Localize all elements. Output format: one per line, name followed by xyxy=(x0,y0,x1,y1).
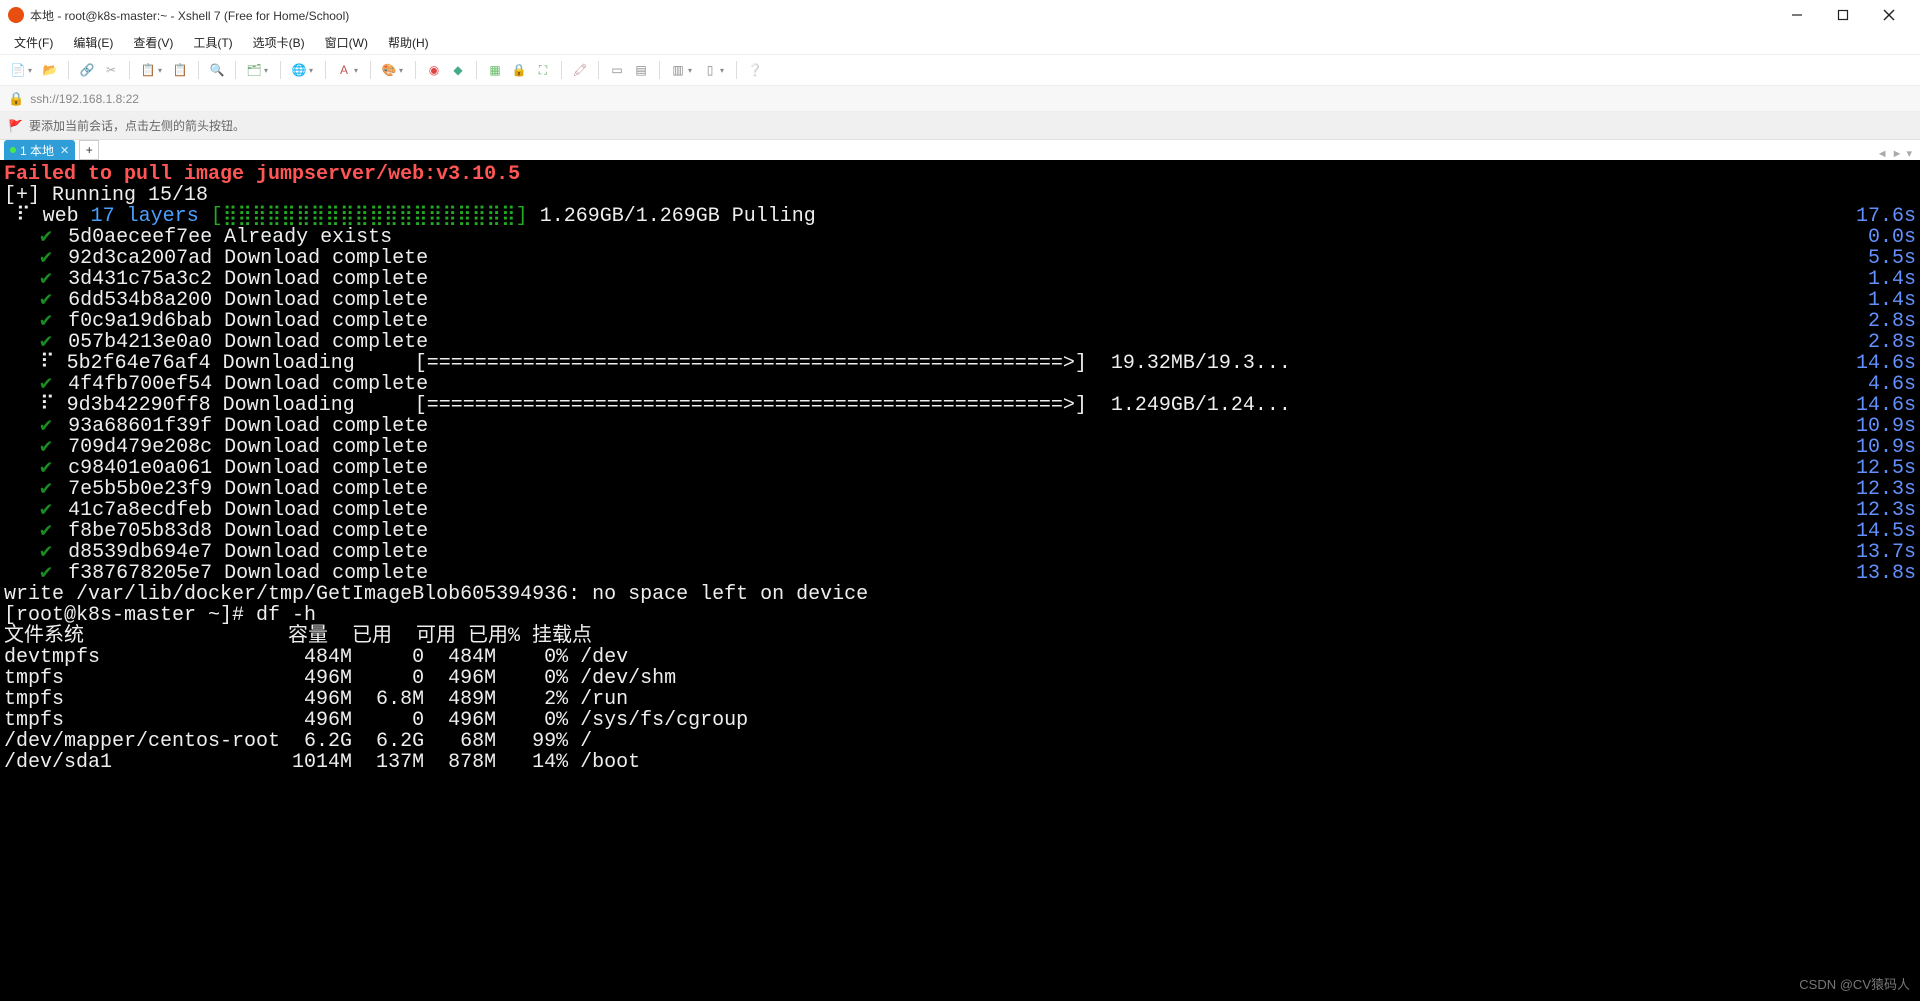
tile-horizontal-icon[interactable]: ▥ xyxy=(668,60,688,80)
tunneling-icon[interactable]: ▤ xyxy=(631,60,651,80)
font-icon[interactable]: A xyxy=(334,60,354,80)
terminal-layer-line: ✔ 3d431c75a3c2 Download complete1.4s xyxy=(4,269,1916,290)
tab-scroll-left-icon[interactable]: ◄ xyxy=(1877,148,1888,160)
menu-bar: 文件(F) 编辑(E) 查看(V) 工具(T) 选项卡(B) 窗口(W) 帮助(… xyxy=(0,30,1920,54)
new-tab-button[interactable]: + xyxy=(79,140,99,160)
df-row: tmpfs 496M 0 496M 0% /dev/shm xyxy=(4,668,1916,689)
find-icon[interactable]: 🔍 xyxy=(207,60,227,80)
terminal-layer-line: ✔ 93a68601f39f Download complete10.9s xyxy=(4,416,1916,437)
disconnect-icon[interactable]: ✂ xyxy=(101,60,121,80)
lock-icon[interactable]: 🔒 xyxy=(509,60,529,80)
terminal-prompt-line: [root@k8s-master ~]# df -h xyxy=(4,605,1916,626)
new-session-icon[interactable]: 📄 xyxy=(8,60,28,80)
hint-bar: 🚩 要添加当前会话，点击左侧的箭头按钮。 xyxy=(0,112,1920,140)
terminal-layer-line: ✔ f0c9a19d6bab Download complete2.8s xyxy=(4,311,1916,332)
df-row: tmpfs 496M 0 496M 0% /sys/fs/cgroup xyxy=(4,710,1916,731)
terminal-write-error: write /var/lib/docker/tmp/GetImageBlob60… xyxy=(4,584,1916,605)
open-session-icon[interactable]: 📂 xyxy=(40,60,60,80)
terminal-error-line: Failed to pull image jumpserver/web:v3.1… xyxy=(4,164,1916,185)
terminal-layer-line: ✔ 92d3ca2007ad Download complete5.5s xyxy=(4,248,1916,269)
tile-vertical-icon[interactable]: ▯ xyxy=(700,60,720,80)
tabs-bar: 1 本地 ✕ + ◄ ► ▾ xyxy=(0,140,1920,164)
tab-status-dot xyxy=(10,147,16,153)
tab-label: 1 本地 xyxy=(20,142,54,159)
menu-tabs[interactable]: 选项卡(B) xyxy=(245,32,313,53)
compose-bar-icon[interactable]: ▭ xyxy=(607,60,627,80)
maximize-button[interactable] xyxy=(1820,0,1866,30)
title-bar: 本地 - root@k8s-master:~ - Xshell 7 (Free … xyxy=(0,0,1920,30)
df-row: devtmpfs 484M 0 484M 0% /dev xyxy=(4,647,1916,668)
script-icon[interactable]: ▦ xyxy=(485,60,505,80)
menu-file[interactable]: 文件(F) xyxy=(6,32,61,53)
menu-tools[interactable]: 工具(T) xyxy=(185,32,240,53)
df-row: /dev/mapper/centos-root 6.2G 6.2G 68M 99… xyxy=(4,731,1916,752)
tab-scroll-right-icon[interactable]: ► xyxy=(1892,148,1903,160)
terminal-layer-line: ✔ d8539db694e7 Download complete13.7s xyxy=(4,542,1916,563)
terminal-layer-line: ✔ 4f4fb700ef54 Download complete4.6s xyxy=(4,374,1916,395)
terminal-layer-line: ✔ 5d0aeceef7ee Already exists0.0s xyxy=(4,227,1916,248)
app-icon xyxy=(8,7,24,23)
session-tab[interactable]: 1 本地 ✕ xyxy=(4,140,75,160)
terminal-web-summary: ⠏ web 17 layers [⣿⣿⣿⣿⣿⣿⣿⣿⣿⣿⣿⣿⣿⣿⣿⣿⣿⣿⣿⣿] 1… xyxy=(4,206,1916,227)
terminal-layer-line: ✔ 709d479e208c Download complete10.9s xyxy=(4,437,1916,458)
globe-icon[interactable]: 🌐 xyxy=(289,60,309,80)
help-icon[interactable]: ❔ xyxy=(745,60,765,80)
tab-close-icon[interactable]: ✕ xyxy=(60,144,69,157)
reconnect-icon[interactable]: 🔗 xyxy=(77,60,97,80)
terminal-layer-line: ⠏ 5b2f64e76af4 Downloading [============… xyxy=(4,353,1916,374)
terminal-layer-line: ✔ c98401e0a061 Download complete12.5s xyxy=(4,458,1916,479)
minimize-button[interactable] xyxy=(1774,0,1820,30)
paste-icon[interactable]: 📋 xyxy=(170,60,190,80)
xagent-icon[interactable]: ◉ xyxy=(424,60,444,80)
color-scheme-icon[interactable]: 🎨 xyxy=(379,60,399,80)
toolbar: 📄▾ 📂 🔗 ✂ 📋▾ 📋 🔍 🗂▾ 🌐▾ A▾ 🎨▾ ◉ ◆ ▦ 🔒 ⛶ 🖍 … xyxy=(0,54,1920,86)
terminal-layer-line: ✔ 6dd534b8a200 Download complete1.4s xyxy=(4,290,1916,311)
terminal-layer-line: ✔ f387678205e7 Download complete13.8s xyxy=(4,563,1916,584)
terminal-layer-line: ✔ 7e5b5b0e23f9 Download complete12.3s xyxy=(4,479,1916,500)
df-row: /dev/sda1 1014M 137M 878M 14% /boot xyxy=(4,752,1916,773)
menu-window[interactable]: 窗口(W) xyxy=(317,32,376,53)
menu-help[interactable]: 帮助(H) xyxy=(380,32,437,53)
close-button[interactable] xyxy=(1866,0,1912,30)
df-header: 文件系统 容量 已用 可用 已用% 挂载点 xyxy=(4,626,1916,647)
terminal-layer-line: ✔ f8be705b83d8 Download complete14.5s xyxy=(4,521,1916,542)
watermark: CSDN @CV猿码人 xyxy=(1799,974,1910,995)
ssh-lock-icon: 🔒 xyxy=(8,91,24,107)
fullscreen-icon[interactable]: ⛶ xyxy=(533,60,553,80)
tab-list-icon[interactable]: ▾ xyxy=(1906,147,1912,160)
df-row: tmpfs 496M 6.8M 489M 2% /run xyxy=(4,689,1916,710)
hint-text: 要添加当前会话，点击左侧的箭头按钮。 xyxy=(29,117,245,134)
menu-view[interactable]: 查看(V) xyxy=(125,32,181,53)
address-text[interactable]: ssh://192.168.1.8:22 xyxy=(30,92,139,106)
address-bar[interactable]: 🔒 ssh://192.168.1.8:22 xyxy=(0,86,1920,112)
window-title: 本地 - root@k8s-master:~ - Xshell 7 (Free … xyxy=(30,7,1774,24)
highlight-icon[interactable]: 🖍 xyxy=(570,60,590,80)
terminal-layer-line: ✔ 41c7a8ecdfeb Download complete12.3s xyxy=(4,500,1916,521)
flag-icon: 🚩 xyxy=(8,119,23,133)
terminal-layer-line: ✔ 057b4213e0a0 Download complete2.8s xyxy=(4,332,1916,353)
xftp-icon[interactable]: ◆ xyxy=(448,60,468,80)
copy-icon[interactable]: 📋 xyxy=(138,60,158,80)
terminal-layer-line: ⠏ 9d3b42290ff8 Downloading [============… xyxy=(4,395,1916,416)
terminal-output[interactable]: Failed to pull image jumpserver/web:v3.1… xyxy=(0,164,1920,1001)
menu-edit[interactable]: 编辑(E) xyxy=(65,32,121,53)
properties-icon[interactable]: 🗂 xyxy=(244,60,264,80)
terminal-running-line: [+] Running 15/18 xyxy=(4,185,1916,206)
